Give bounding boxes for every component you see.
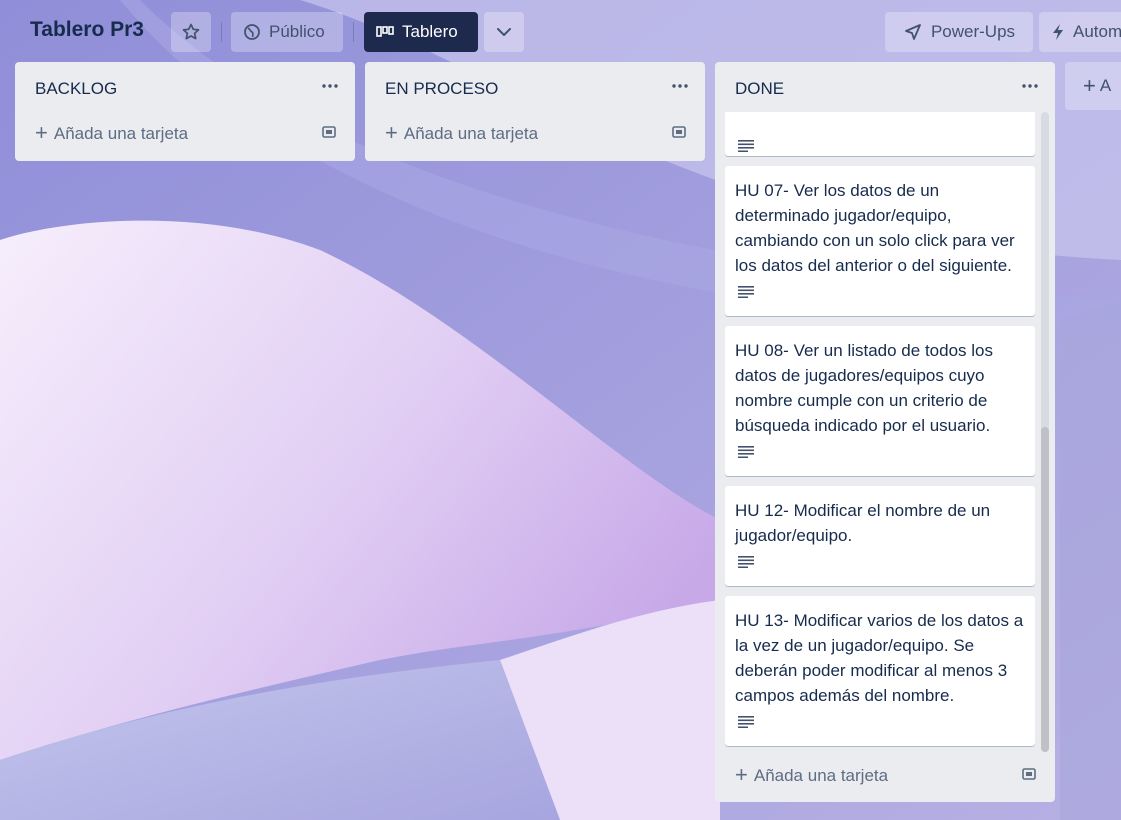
create-from-template-button[interactable] [321, 125, 337, 144]
board-view-label: Tablero [402, 22, 458, 41]
more-icon [322, 84, 338, 88]
chevron-down-icon [497, 28, 511, 36]
more-icon [1022, 84, 1038, 88]
list-menu-button[interactable] [319, 76, 341, 96]
list-menu-button[interactable] [669, 76, 691, 96]
card-list[interactable]: HU 07- Ver los datos de un determinado j… [725, 112, 1035, 756]
rocket-icon [905, 24, 921, 40]
description-icon [738, 446, 754, 458]
add-card-label: Añada una tarjeta [753, 766, 889, 785]
more-icon [672, 84, 688, 88]
visibility-button[interactable]: Público [231, 12, 343, 52]
list-menu-button[interactable] [1019, 76, 1041, 96]
add-card-label: Añada una tarjeta [53, 124, 189, 143]
card-title: HU 08- Ver un listado de todos los datos… [735, 341, 993, 435]
card[interactable] [725, 112, 1035, 156]
description-icon [738, 716, 754, 728]
card[interactable]: HU 12- Modificar el nombre de un jugador… [725, 486, 1035, 586]
visibility-label: Público [269, 22, 325, 41]
list-title[interactable]: EN PROCESO [385, 79, 498, 99]
list-title[interactable]: DONE [735, 79, 784, 99]
scrollbar-thumb[interactable] [1041, 427, 1049, 752]
add-list-label: A [1099, 76, 1112, 95]
globe-icon [244, 24, 260, 40]
list-title[interactable]: BACKLOG [35, 79, 117, 99]
star-icon [182, 23, 200, 40]
plus-icon: + [385, 120, 398, 145]
board-title[interactable]: Tablero Pr3 [30, 18, 144, 42]
add-card-label: Añada una tarjeta [403, 124, 539, 143]
board-view-button[interactable]: Tablero [364, 12, 478, 52]
card-title: HU 13- Modificar varios de los datos a l… [735, 611, 1024, 705]
card-title: HU 07- Ver los datos de un determinado j… [735, 181, 1015, 275]
list-en-proceso: EN PROCESO + Añada una tarjeta [365, 62, 705, 161]
card-title: HU 12- Modificar el nombre de un jugador… [735, 501, 991, 545]
header-divider [221, 22, 222, 42]
template-icon [1022, 768, 1036, 780]
template-icon [672, 126, 686, 138]
plus-icon: + [1083, 73, 1096, 98]
template-icon [322, 126, 336, 138]
card[interactable]: HU 07- Ver los datos de un determinado j… [725, 166, 1035, 316]
star-button[interactable] [171, 12, 211, 52]
plus-icon: + [35, 120, 48, 145]
add-card-button[interactable]: + Añada una tarjeta [35, 116, 188, 152]
create-from-template-button[interactable] [1021, 767, 1037, 786]
add-card-button[interactable]: + Añada una tarjeta [735, 758, 888, 794]
card[interactable]: HU 13- Modificar varios de los datos a l… [725, 596, 1035, 746]
add-card-button[interactable]: + Añada una tarjeta [385, 116, 538, 152]
lightning-icon [1053, 24, 1063, 40]
automation-button[interactable]: Autom [1039, 12, 1121, 52]
description-icon [738, 556, 754, 568]
board-header: Tablero Pr3 Público Tablero Power-Ups Au… [0, 0, 1121, 64]
list-header: EN PROCESO [365, 62, 705, 114]
description-icon [738, 286, 754, 298]
powerups-button[interactable]: Power-Ups [885, 12, 1033, 52]
list-done: DONE HU 07- Ver los datos de un determin… [715, 62, 1055, 802]
create-from-template-button[interactable] [671, 125, 687, 144]
board-icon [376, 26, 394, 37]
add-list-button[interactable]: + A [1065, 62, 1121, 110]
header-divider [353, 22, 354, 42]
description-icon [738, 140, 754, 152]
card[interactable]: HU 08- Ver un listado de todos los datos… [725, 326, 1035, 476]
powerups-label: Power-Ups [930, 22, 1016, 41]
list-scrollbar[interactable] [1041, 112, 1049, 752]
plus-icon: + [735, 762, 748, 787]
list-backlog: BACKLOG + Añada una tarjeta [15, 62, 355, 161]
views-dropdown-button[interactable] [484, 12, 524, 52]
list-header: DONE [715, 62, 1055, 114]
automation-label: Autom [1073, 22, 1121, 41]
list-header: BACKLOG [15, 62, 355, 114]
